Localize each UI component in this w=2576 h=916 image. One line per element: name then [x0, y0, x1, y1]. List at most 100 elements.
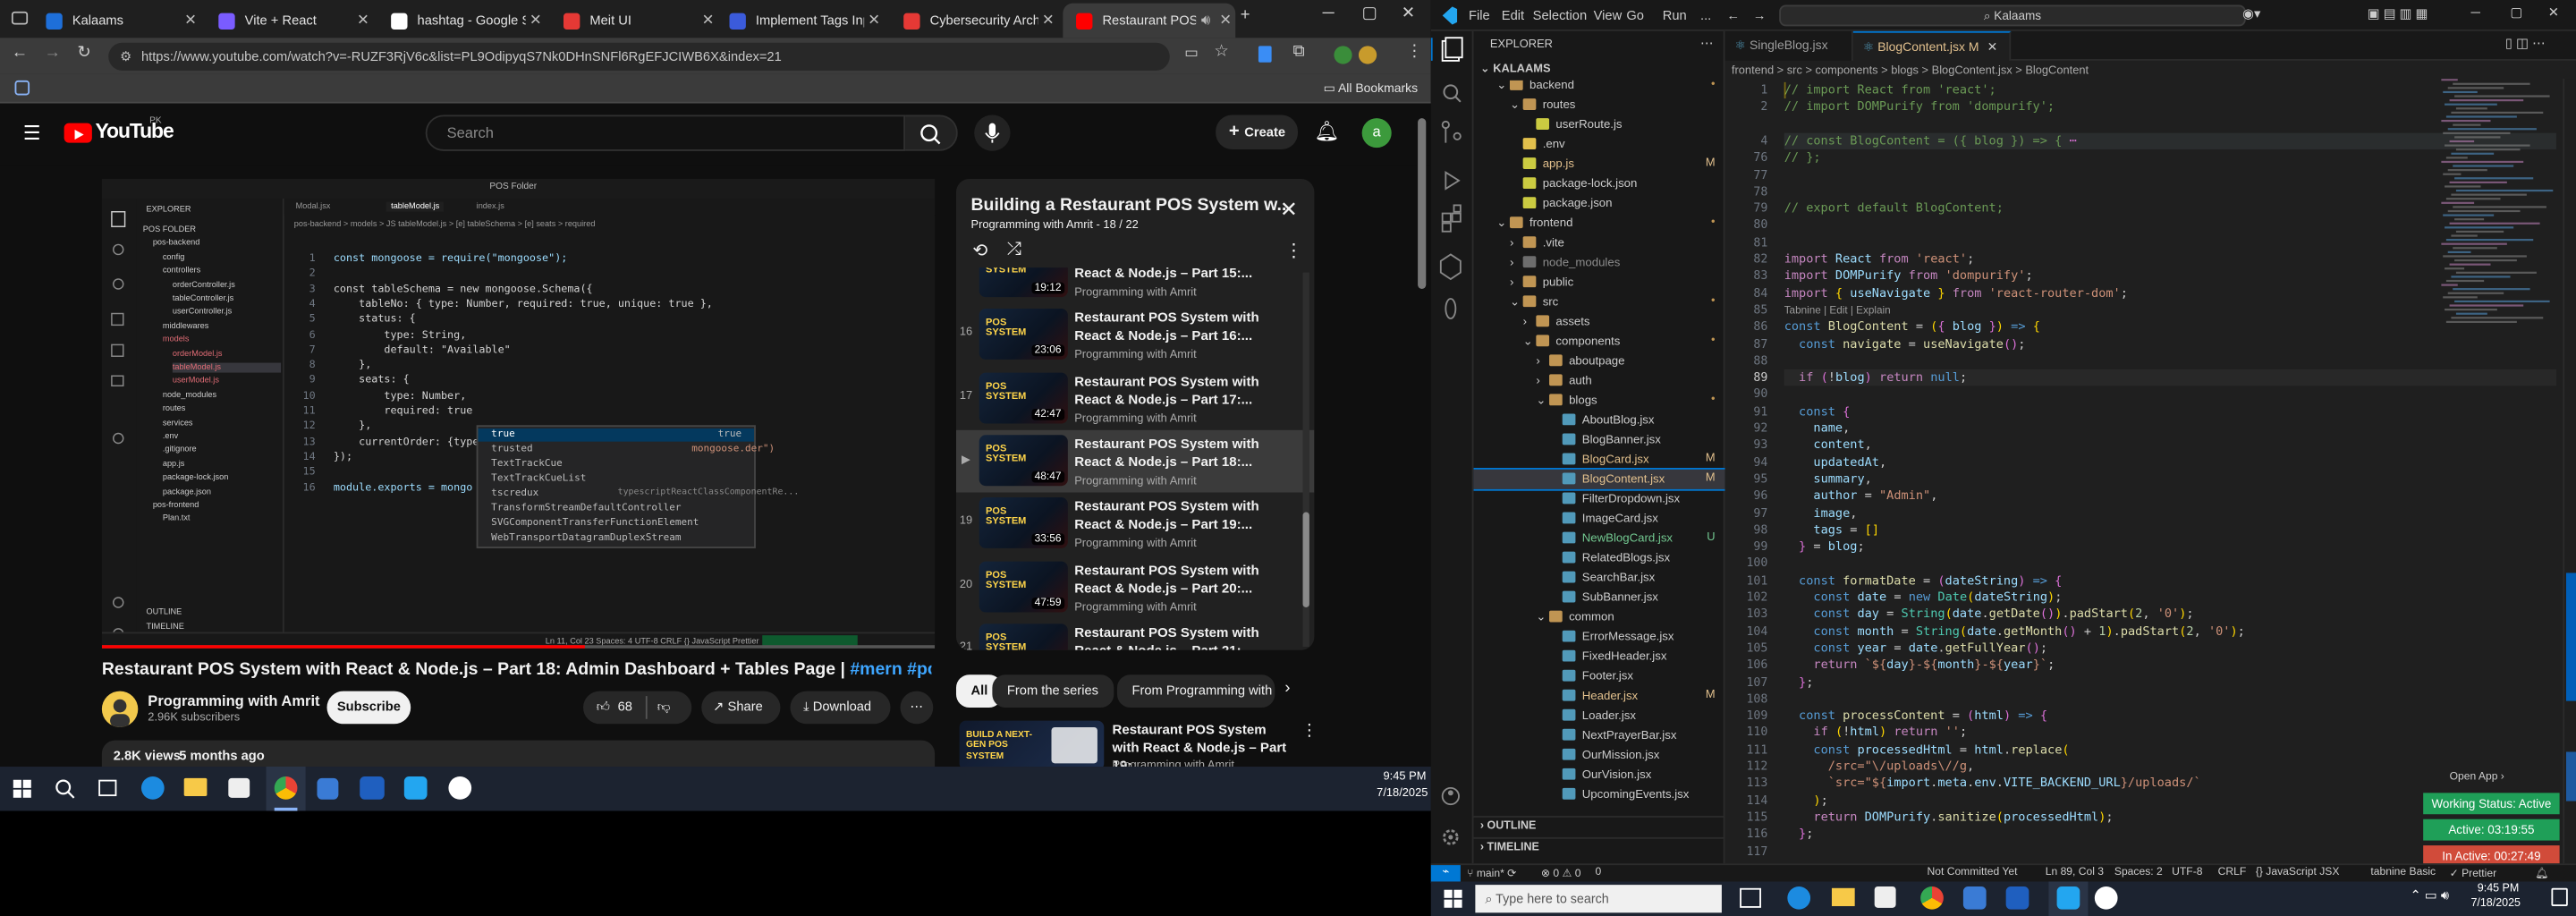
tray-time[interactable]: 9:45 PM [2478, 883, 2519, 895]
app-icon[interactable] [317, 777, 339, 800]
menu-file[interactable]: File [1469, 8, 1490, 23]
tree-folder[interactable]: ⌄ common [1474, 607, 1725, 627]
vs-minimize-button[interactable]: ─ [2470, 5, 2479, 21]
minimap[interactable] [2435, 79, 2563, 335]
file-explorer-icon[interactable] [183, 777, 208, 797]
voice-search-button[interactable] [974, 114, 1011, 151]
zoom-icon[interactable] [360, 776, 385, 800]
cast-icon[interactable]: ▭ [1184, 45, 1199, 63]
tree-folder[interactable]: › .vite [1474, 233, 1725, 253]
tree-folder[interactable]: › assets [1474, 312, 1725, 332]
tree-file[interactable]: package-lock.json [1474, 174, 1725, 194]
prettier-indicator[interactable]: ✓ Prettier [2450, 867, 2497, 880]
outline-section[interactable]: › OUTLINE [1473, 816, 1725, 835]
playlist-thumbnail[interactable]: POS SYSTEM 33:56 [979, 497, 1068, 549]
tab-close-icon[interactable]: ✕ [1038, 12, 1058, 30]
editor-tab[interactable]: ⚛ SingleBlog.jsx [1724, 30, 1853, 61]
vscode-taskbar-item[interactable] [2048, 881, 2089, 916]
playlist-more-icon[interactable]: ⋮ [1284, 240, 1302, 261]
split-editor-icon[interactable]: ▯ ◫ ⋯ [2505, 36, 2546, 51]
tree-file[interactable]: .env [1474, 134, 1725, 154]
tree-folder[interactable]: ⌄ backend • [1474, 80, 1725, 96]
tree-file[interactable]: BlogBanner.jsx [1474, 430, 1725, 450]
tree-file[interactable]: package.json [1474, 194, 1725, 214]
tree-folder[interactable]: ⌄ routes [1474, 95, 1725, 114]
account-avatar[interactable]: a [1361, 118, 1392, 148]
search-input[interactable]: Search [425, 114, 906, 151]
tray-date[interactable]: 7/18/2025 [2470, 898, 2521, 910]
video-progress-track[interactable] [101, 645, 936, 649]
minimize-button[interactable]: ─ [1323, 5, 1335, 23]
tree-file[interactable]: BlogContent.jsx M [1473, 468, 1725, 491]
browser-tab[interactable]: Cybersecurity Archive✕ [891, 4, 1058, 38]
close-window-button[interactable]: ✕ [1402, 5, 1415, 23]
channel-name[interactable]: Programming with Amrit [148, 692, 319, 708]
editor-tab[interactable]: ⚛ BlogContent.jsx M ✕ [1852, 30, 2012, 61]
tab-audio-icon[interactable]: 🔊︎ [1196, 12, 1216, 30]
timeline-section[interactable]: › TIMELINE [1473, 836, 1725, 857]
like-icon[interactable]: 👍︎ [597, 691, 610, 725]
branch-indicator[interactable]: ⑂ main* ⟳ [1467, 867, 1516, 880]
blame-indicator[interactable]: Not Committed Yet [1927, 867, 2017, 878]
tree-file[interactable]: userRoute.js [1474, 114, 1725, 134]
maximize-button[interactable]: ▢ [1362, 5, 1377, 23]
browser-tab[interactable]: Meit UI ✕ [550, 4, 717, 38]
layout-icons[interactable]: ▣ ▤ ▥ ▦ [2368, 6, 2428, 21]
back-icon[interactable]: ← [12, 45, 28, 63]
eol-indicator[interactable]: CRLF [2218, 867, 2247, 878]
encoding-indicator[interactable]: UTF-8 [2172, 867, 2202, 878]
edge-icon[interactable] [140, 776, 165, 800]
tab-close-icon[interactable]: ✕ [864, 12, 884, 30]
filter-chip[interactable]: From Programming with [1116, 674, 1275, 708]
tree-folder[interactable]: › node_modules [1474, 253, 1725, 273]
tab-close-icon[interactable]: ✕ [1987, 39, 1998, 55]
playlist-item[interactable]: POS SYSTEM19:12 Restaurant POS System wit… [956, 267, 1314, 303]
tree-file[interactable]: OurMission.jsx [1474, 745, 1725, 765]
new-tab-button[interactable]: + [1241, 6, 1250, 24]
all-bookmarks[interactable]: ▭ All Bookmarks [1324, 81, 1418, 96]
ports-indicator[interactable]: 0 [1595, 867, 1601, 878]
profile-avatar[interactable] [1358, 46, 1377, 64]
forward-icon[interactable]: → [45, 45, 61, 63]
profile-icon[interactable] [1334, 46, 1352, 64]
search-button[interactable] [905, 114, 958, 151]
channel-avatar[interactable] [101, 691, 139, 727]
notifications-icon[interactable]: 🔔︎ [2535, 867, 2548, 880]
close-playlist-icon[interactable]: ✕ [1280, 197, 1298, 223]
tree-folder[interactable]: ⌄ src • [1474, 293, 1725, 312]
playlist-title[interactable]: Building a Restaurant POS System w... [971, 195, 1292, 215]
store-icon[interactable] [228, 777, 250, 798]
workspace-root[interactable]: ⌄ KALAAMS [1480, 63, 1551, 76]
tree-folder[interactable]: ⌄ components • [1474, 332, 1725, 352]
editor-scrollbar[interactable] [2563, 79, 2576, 864]
tree-folder[interactable]: › auth [1474, 371, 1725, 391]
tree-file[interactable]: BlogCard.jsx M [1474, 450, 1725, 470]
open-app-link[interactable]: Open App › [2450, 772, 2504, 784]
tree-folder[interactable]: ⌄ blogs • [1474, 391, 1725, 411]
task-view-icon[interactable] [1740, 887, 1761, 908]
notifications-bell-icon[interactable]: 🔔︎ [1314, 120, 1339, 143]
tray-date-left[interactable]: 7/18/2025 [1377, 788, 1428, 800]
recommended-more-icon[interactable]: ⋮ [1301, 722, 1318, 740]
chrome-taskbar-item[interactable] [266, 767, 306, 811]
playlist-thumbnail[interactable]: POS SYSTEM 42:47 [979, 371, 1068, 423]
tray-icons[interactable]: ⌃ ▭ 🔊︎ [2410, 888, 2449, 904]
filter-chip[interactable]: From the series [992, 674, 1114, 708]
vscode-taskbar-icon[interactable] [403, 776, 428, 800]
explorer-more-icon[interactable]: ⋯ [1700, 36, 1714, 51]
playlist-item[interactable]: 21 POS SYSTEM Restaurant POS System with R… [956, 618, 1314, 650]
nav-forward-icon[interactable]: → [1753, 8, 1767, 23]
download-button[interactable]: ⤓ Download [790, 691, 891, 725]
subscribe-button[interactable]: Subscribe [326, 691, 411, 725]
extensions-puzzle-icon[interactable]: ⧉ [1293, 43, 1305, 61]
browser-tab[interactable]: Implement Tags Input✕ [716, 4, 884, 38]
app-circle-icon[interactable] [448, 776, 472, 800]
tab-close-icon[interactable]: ✕ [699, 12, 718, 30]
browser-tab[interactable]: Vite + React ✕ [206, 4, 373, 38]
playlist-item[interactable]: 16 POS SYSTEM 23:06 Restaurant POS System w… [956, 304, 1314, 367]
tree-file[interactable]: FilterDropdown.jsx [1474, 489, 1725, 509]
extension-icon[interactable] [1258, 46, 1272, 63]
browser-tab[interactable]: hashtag - Google Sea✕ [377, 4, 545, 38]
playlist-item[interactable]: 20 POS SYSTEM 47:59 Restaurant POS System w… [956, 556, 1314, 618]
tree-file[interactable]: UpcomingEvents.jsx [1474, 785, 1725, 804]
